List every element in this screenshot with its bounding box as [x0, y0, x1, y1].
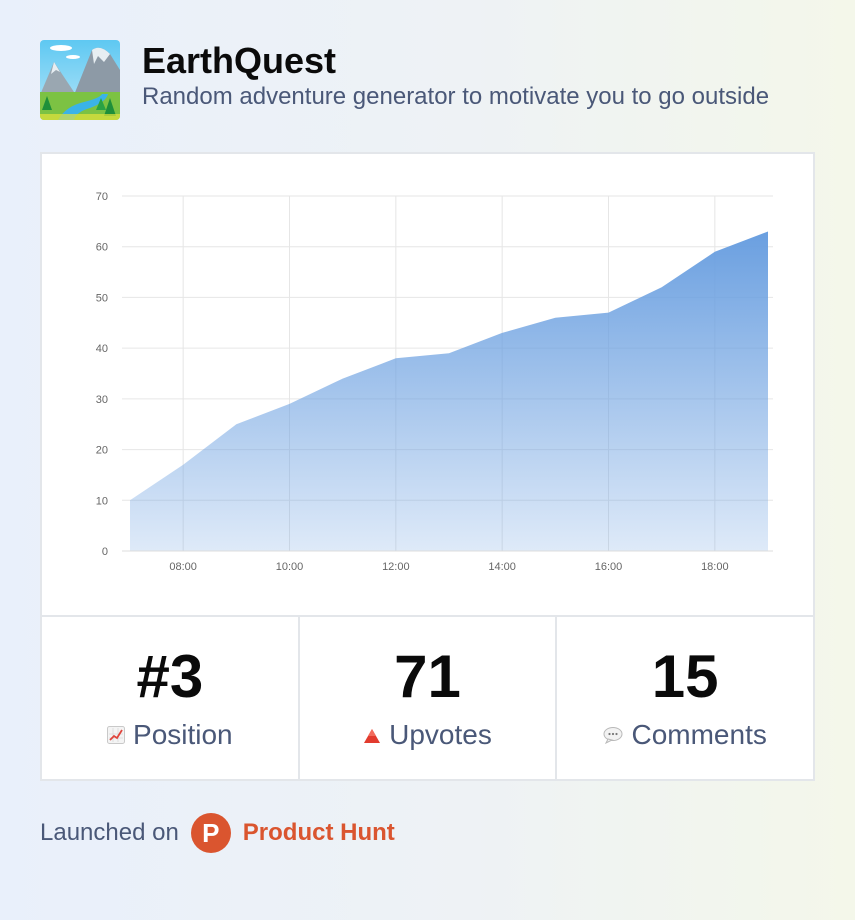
stats-card: 0 10 20 30 40 50 60 70 08:00 10:00 12:00 14:00 16:00… [40, 152, 815, 781]
mountain-river-landscape-icon [40, 40, 120, 120]
x-tick-label: 08:00 [169, 561, 197, 573]
comments-value: 15 [651, 643, 719, 710]
position-label: Position [133, 719, 233, 750]
y-tick-label: 30 [96, 394, 108, 406]
product-hunt-link[interactable]: Product Hunt [243, 819, 395, 847]
red-triangle-up-icon [363, 719, 381, 751]
launch-footer: Launched on P Product Hunt [40, 813, 395, 853]
x-tick-label: 12:00 [382, 561, 410, 573]
position-label-row: Position [42, 719, 298, 751]
stats-row: #3 Position 71 Upvotes 15 Comments [42, 615, 813, 779]
x-tick-label: 18:00 [701, 561, 729, 573]
upvotes-label-row: Upvotes [300, 719, 556, 751]
x-tick-label: 16:00 [595, 561, 623, 573]
y-tick-label: 60 [96, 242, 108, 254]
stat-comments: 15 Comments [557, 617, 813, 779]
header: EarthQuest Random adventure generator to… [40, 40, 769, 120]
y-tick-label: 40 [96, 343, 108, 355]
stat-position: #3 Position [42, 617, 300, 779]
chart-increasing-icon [107, 719, 126, 751]
x-tick-label: 10:00 [276, 561, 304, 573]
upvotes-value: 71 [394, 643, 461, 710]
y-tick-label: 20 [96, 445, 108, 457]
upvotes-area [130, 231, 768, 551]
y-tick-label: 0 [102, 546, 108, 558]
product-hunt-logo-icon[interactable]: P [190, 813, 231, 853]
comments-label-row: Comments [557, 719, 813, 751]
upvotes-chart: 0 10 20 30 40 50 60 70 08:00 10:00 12:00 14:00 16:00… [42, 154, 813, 615]
y-tick-label: 10 [96, 495, 108, 507]
x-tick-label: 14:00 [488, 561, 516, 573]
app-title: EarthQuest [142, 40, 337, 81]
y-tick-label: 70 [96, 191, 108, 203]
comments-label: Comments [631, 719, 767, 750]
upvotes-area-chart: 0 10 20 30 40 50 60 70 08:00 10:00 12:00 14:00 16:00… [96, 191, 773, 573]
product-hunt-logo-letter: P [202, 817, 220, 848]
upvotes-label: Upvotes [389, 719, 492, 750]
speech-bubble-icon [603, 719, 623, 751]
stat-upvotes: 71 Upvotes [300, 617, 558, 779]
y-tick-label: 50 [96, 292, 108, 304]
app-tagline: Random adventure generator to motivate y… [142, 83, 770, 110]
position-value: #3 [136, 643, 204, 710]
launched-on-label: Launched on [40, 819, 179, 846]
